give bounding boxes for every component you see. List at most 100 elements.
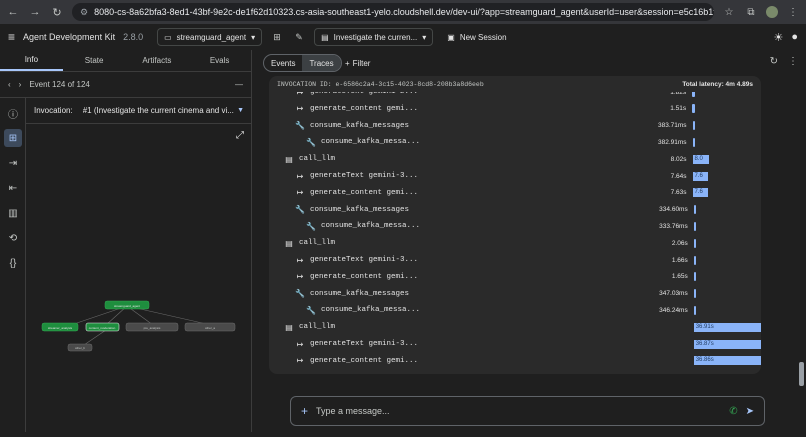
trace-row[interactable]: 🔧 consume_kafka_messages 383.71ms <box>269 118 761 134</box>
span-duration-bar <box>693 238 697 248</box>
trace-row[interactable]: 🔧 consume_kafka_messages 334.60ms <box>269 202 761 218</box>
span-duration: 383.71ms <box>657 122 687 130</box>
invocation-id: INVOCATION ID: e-6586c2a4-3c15-4023-8cd8… <box>277 80 484 88</box>
trace-row[interactable]: ▤ call_llm 8.02s 8.0 <box>269 151 761 167</box>
account-icon[interactable]: ● <box>791 31 798 43</box>
span-duration-bar <box>692 92 695 97</box>
input-icon[interactable]: ⇥ <box>4 154 22 172</box>
span-name: consume_kafka_messa... <box>321 138 421 147</box>
code-icon[interactable]: {} <box>4 254 22 272</box>
span-duration: 7.64s <box>670 172 687 180</box>
fullscreen-icon[interactable]: ⤢ <box>236 130 244 141</box>
tab-info[interactable]: Info <box>0 50 63 71</box>
back-icon[interactable]: ← <box>6 5 20 19</box>
new-chat-icon: ▣ <box>447 32 455 42</box>
span-arrow-icon: ↦ <box>296 104 304 114</box>
span-duration-bar: 8.0 <box>692 154 709 164</box>
menu-icon[interactable]: ≡ <box>8 30 15 44</box>
span-duration-bar <box>692 104 695 114</box>
plus-icon: + <box>345 58 350 68</box>
span-name: generateText gemini-3... <box>310 256 419 264</box>
trace-row[interactable]: ↦ generateText gemini-2... 1.82s <box>269 92 761 100</box>
graph-view-icon[interactable]: ⊞ <box>4 129 22 147</box>
events-toggle[interactable]: Events <box>264 55 302 71</box>
message-input[interactable]: Type a message... <box>316 406 721 416</box>
filter-button[interactable]: + Filter <box>345 54 370 72</box>
new-session-button[interactable]: ▣ New Session <box>441 28 512 46</box>
span-name: generate_content gemi... <box>310 104 419 113</box>
info-icon[interactable]: ⓘ <box>4 104 22 122</box>
span-name: consume_kafka_messages <box>310 289 410 298</box>
phone-icon[interactable]: ✆ <box>729 406 737 417</box>
browser-menu-icon[interactable]: ⋮ <box>786 5 800 19</box>
graph-node-3-label: pre_analysis <box>144 326 161 330</box>
filter-label: Filter <box>352 58 371 68</box>
span-name: generate_content gemi... <box>310 272 419 281</box>
trace-row[interactable]: 🔧 consume_kafka_messa... 382.91ms <box>269 134 761 150</box>
trace-row[interactable]: ↦ generate_content gemi... 1.51s <box>269 101 761 117</box>
trace-row[interactable]: 🔧 consume_kafka_messages 347.03ms <box>269 286 761 302</box>
graph-svg: streamguard_agent streamer_analysis cont… <box>41 300 236 352</box>
transfer-icon[interactable]: ⟲ <box>4 229 22 247</box>
graph-node-1-label: streamer_analysis <box>48 326 73 330</box>
send-icon[interactable]: ➤ <box>746 406 754 417</box>
scrollbar[interactable] <box>799 362 804 386</box>
tab-state[interactable]: State <box>63 50 126 71</box>
side-toolbar: ⓘ ⊞ ⇥ ⇤ ▥ ⟲ {} <box>0 98 26 432</box>
tab-artifacts[interactable]: Artifacts <box>126 50 189 71</box>
span-duration: 347.03ms <box>659 290 688 298</box>
trace-rows: ↦ generateText gemini-2... 1.82s ↦ generate_… <box>269 92 761 374</box>
chart-icon[interactable]: ▥ <box>4 204 22 222</box>
next-event-icon[interactable]: › <box>19 80 22 89</box>
trace-row[interactable]: ↦ generateText gemini-3... 7.64s 7.6 <box>269 168 761 184</box>
agent-name: streamguard_agent <box>176 32 247 42</box>
trace-panel: INVOCATION ID: e-6586c2a4-3c15-4023-8cd8… <box>269 76 761 374</box>
invocation-select[interactable]: #1 (Investigate the current cinema and v… <box>83 106 244 115</box>
refresh-icon[interactable]: ↻ <box>770 56 778 67</box>
trace-row[interactable]: ▤ call_llm 36.91s <box>269 319 761 335</box>
chat-icon: ▤ <box>285 154 293 164</box>
forward-icon[interactable]: → <box>28 5 42 19</box>
span-duration-bar: 7.6 <box>692 171 708 181</box>
app-title: Agent Development Kit <box>23 32 116 42</box>
span-name: consume_kafka_messa... <box>321 306 421 315</box>
trace-row[interactable]: ↦ generate_content gemi... 36.86s <box>269 353 761 369</box>
span-duration-bar <box>692 121 696 131</box>
trace-row[interactable]: ↦ generateText gemini-3... 36.87s <box>269 336 761 352</box>
chevron-down-icon: ▾ <box>251 32 256 42</box>
minimize-icon[interactable]: — <box>235 80 243 89</box>
graph-icon[interactable]: ⊞ <box>270 30 284 44</box>
trace-row[interactable]: ↦ generate_content gemi... 7.63s 7.6 <box>269 185 761 201</box>
bookmark-star-icon[interactable]: ☆ <box>722 5 736 19</box>
trace-row[interactable]: 🔧 consume_kafka_messa... 333.76ms <box>269 218 761 234</box>
more-icon[interactable]: ⋮ <box>788 56 798 67</box>
trace-row[interactable]: 🔧 consume_kafka_messa... 346.24ms <box>269 302 761 318</box>
theme-toggle-icon[interactable]: ☀ <box>773 31 783 44</box>
session-select[interactable]: ▤ Investigate the curren... ▾ <box>314 28 434 46</box>
traces-toggle[interactable]: Traces <box>302 55 341 71</box>
reload-icon[interactable]: ↻ <box>50 5 64 19</box>
span-arrow-icon: ↦ <box>296 356 304 366</box>
folder-icon: ▭ <box>164 32 172 42</box>
output-icon[interactable]: ⇤ <box>4 179 22 197</box>
address-bar[interactable]: ⚙ 8080-cs-8a62bfa3-8ed1-43bf-9e2c-de1f62… <box>72 3 714 21</box>
extensions-icon[interactable]: ⧉ <box>744 5 758 19</box>
tab-evals[interactable]: Evals <box>188 50 251 71</box>
graph-node-5-label: other_b <box>75 346 86 350</box>
left-panel: Info State Artifacts Evals ‹ › Event 124… <box>0 50 252 432</box>
edit-icon[interactable]: ✎ <box>292 30 306 44</box>
span-name: call_llm <box>299 155 336 164</box>
trace-row[interactable]: ↦ generateText gemini-3... 1.66s <box>269 252 761 268</box>
add-attachment-icon[interactable]: + <box>301 404 308 418</box>
span-duration: 382.91ms <box>657 138 687 146</box>
site-info-icon[interactable]: ⚙ <box>80 7 88 18</box>
trace-row[interactable]: ▤ call_llm 2.06s <box>269 235 761 251</box>
wrench-icon: 🔧 <box>295 205 305 215</box>
trace-row[interactable]: ↦ generate_content gemi... 1.65s <box>269 269 761 285</box>
span-duration-bar <box>693 272 697 282</box>
span-duration-bar: 36.86s <box>693 356 761 366</box>
profile-avatar[interactable] <box>766 6 778 18</box>
prev-event-icon[interactable]: ‹ <box>8 80 11 89</box>
agent-select[interactable]: ▭ streamguard_agent ▾ <box>157 28 263 46</box>
span-duration: 8.02s <box>670 155 687 163</box>
